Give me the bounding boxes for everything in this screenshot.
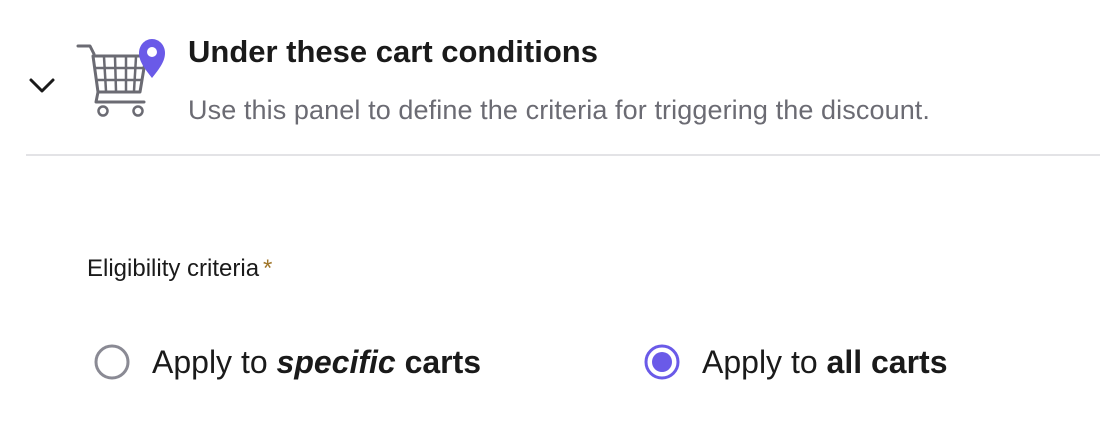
cart-conditions-panel: Under these cart conditions Use this pan… — [0, 0, 1100, 441]
radio-label-prefix: Apply to — [152, 343, 277, 380]
shopping-cart-location-icon — [76, 39, 165, 117]
eligibility-criteria-label: Eligibility criteria * — [87, 255, 272, 283]
required-asterisk: * — [263, 255, 273, 282]
eligibility-criteria-label-text: Eligibility criteria — [87, 255, 260, 282]
chevron-down-icon[interactable] — [26, 70, 58, 100]
section-subtitle: Use this panel to define the criteria fo… — [188, 95, 931, 125]
radio-label-emphasis: all carts — [826, 343, 948, 380]
panel-header[interactable]: Under these cart conditions Use this pan… — [0, 0, 1100, 156]
section-title: Under these cart conditions — [188, 34, 598, 69]
radio-label-emphasis: specific — [276, 343, 396, 380]
radio-selected-icon[interactable] — [644, 344, 680, 380]
radio-apply-specific-label: Apply to specific carts — [152, 344, 481, 381]
radio-unselected-icon[interactable] — [94, 344, 130, 380]
radio-label-prefix: Apply to — [702, 343, 827, 380]
header-divider — [26, 154, 1100, 156]
radio-apply-all-label: Apply to all carts — [702, 344, 947, 381]
radio-apply-all-carts[interactable]: Apply to all carts — [644, 338, 947, 386]
radio-label-suffix: carts — [395, 343, 482, 380]
radio-apply-specific-carts[interactable]: Apply to specific carts — [94, 338, 481, 386]
